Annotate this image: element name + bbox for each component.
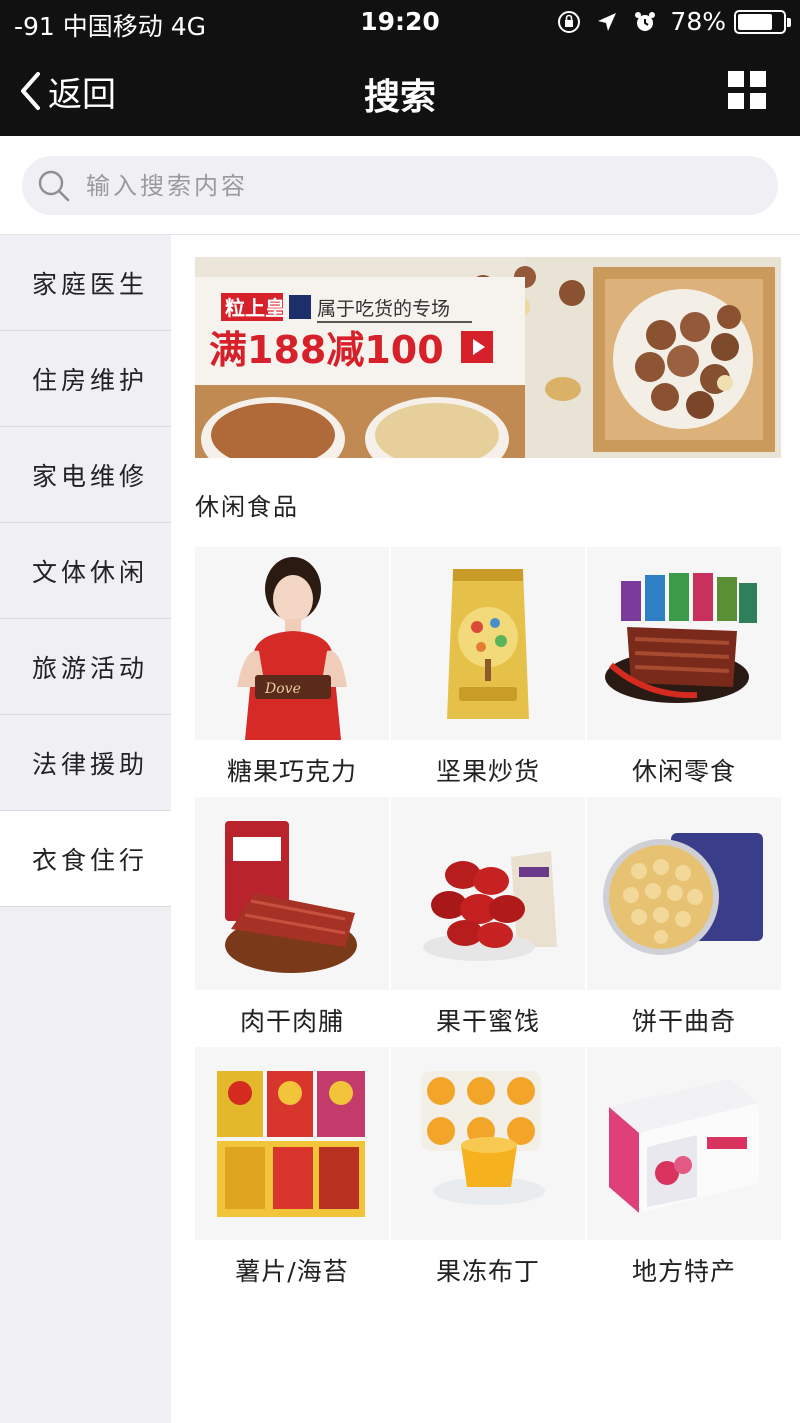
search-icon [38, 170, 70, 201]
status-right: 78% [556, 7, 791, 36]
gift-box-image [587, 1047, 781, 1240]
alarm-icon [632, 9, 658, 35]
promo-banner[interactable]: 粒上皇 属于吃货的专场 满188减100 [195, 257, 781, 458]
chips-image [195, 1047, 389, 1240]
category-label: 薯片/海苔 [235, 1257, 349, 1286]
sidebar-item-recreation[interactable]: 文体休闲 [0, 523, 171, 619]
grid-menu-button[interactable] [728, 71, 766, 109]
category-card-chips[interactable]: 薯片/海苔 [195, 1047, 389, 1297]
battery-percent: 78% [670, 7, 726, 36]
sidebar-item-legal-aid[interactable]: 法律援助 [0, 715, 171, 811]
category-label: 糖果巧克力 [226, 757, 357, 786]
category-label: 果干蜜饯 [435, 1007, 540, 1036]
status-bar: -91 中国移动 4G 19:20 78% [0, 0, 800, 46]
category-card-nuts[interactable]: 坚果炒货 [391, 547, 585, 797]
banner-promo: 满188减100 [209, 328, 444, 372]
battery-level-fill [738, 13, 773, 30]
meat-jerky-image [195, 797, 389, 990]
jerky-snack-image [587, 547, 781, 740]
category-card-jerky[interactable]: 肉干肉脯 [195, 797, 389, 1047]
chocolate-model-image: Dove [195, 547, 389, 740]
category-card-snacks[interactable]: 休闲零食 [587, 547, 781, 797]
location-icon [594, 9, 620, 35]
battery-cap [787, 17, 791, 27]
jelly-pudding-image [391, 1047, 585, 1240]
category-sidebar: 家庭医生 住房维护 家电维修 文体休闲 旅游活动 法律援助 衣食住行 [0, 235, 171, 1423]
sidebar-item-label: 文体休闲 [32, 557, 149, 587]
category-card-dried-fruit[interactable]: 果干蜜饯 [391, 797, 585, 1047]
search-input[interactable] [86, 171, 726, 200]
banner-art: 粒上皇 属于吃货的专场 满188减100 [195, 257, 781, 458]
category-card-local-specialty[interactable]: 地方特产 [587, 1047, 781, 1297]
sidebar-item-daily-life[interactable]: 衣食住行 [0, 811, 171, 907]
sidebar-item-label: 旅游活动 [32, 653, 149, 683]
sidebar-item-label: 衣食住行 [32, 845, 149, 875]
category-label: 肉干肉脯 [239, 1007, 344, 1036]
battery-icon [734, 9, 791, 34]
sidebar-item-family-doctor[interactable]: 家庭医生 [0, 235, 171, 331]
banner-tagline: 属于吃货的专场 [317, 298, 450, 320]
section-title: 休闲食品 [195, 493, 299, 521]
sidebar-item-label: 住房维护 [32, 365, 149, 395]
category-card-cookies[interactable]: 饼干曲奇 [587, 797, 781, 1047]
sidebar-item-label: 家电维修 [32, 461, 149, 491]
search-bar [0, 136, 800, 235]
sidebar-item-appliance-repair[interactable]: 家电维修 [0, 427, 171, 523]
rotation-lock-icon [556, 9, 582, 35]
category-card-jelly[interactable]: 果冻布丁 [391, 1047, 585, 1297]
category-card-candy[interactable]: Dove 糖果巧克力 [195, 547, 389, 797]
category-label: 休闲零食 [631, 757, 736, 786]
sidebar-item-label: 家庭医生 [32, 269, 149, 299]
sidebar-item-label: 法律援助 [32, 749, 149, 779]
sidebar-item-home-maintenance[interactable]: 住房维护 [0, 331, 171, 427]
nav-bar: 返回 搜索 [0, 46, 800, 136]
search-box[interactable] [22, 156, 778, 215]
sidebar-item-travel[interactable]: 旅游活动 [0, 619, 171, 715]
category-label: 果冻布丁 [435, 1257, 540, 1286]
page-title: 搜索 [363, 77, 436, 118]
nut-bag-image [391, 547, 585, 740]
grid-icon [728, 71, 766, 109]
category-label: 地方特产 [631, 1257, 736, 1286]
banner-brand: 粒上皇 [225, 296, 285, 320]
category-label: 饼干曲奇 [631, 1007, 736, 1036]
category-label: 坚果炒货 [435, 757, 540, 786]
svg-text:Dove: Dove [264, 681, 301, 697]
red-dates-image [391, 797, 585, 990]
top-bar: -91 中国移动 4G 19:20 78% 返回 搜索 [0, 0, 800, 136]
cookie-tin-image [587, 797, 781, 990]
content-panel: 粒上皇 属于吃货的专场 满188减100 休闲食品 Dove 糖果巧克力 坚果炒… [171, 235, 800, 1423]
